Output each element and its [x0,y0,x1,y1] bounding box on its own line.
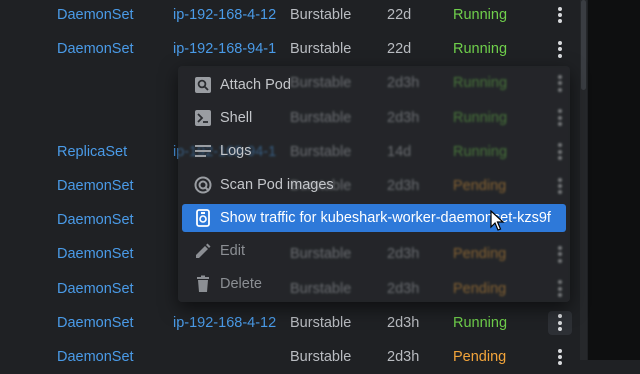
owner-kind-link[interactable]: DaemonSet [57,340,134,374]
owner-kind-link[interactable]: DaemonSet [57,306,134,340]
mouse-cursor-icon [490,210,505,231]
menu-item-label: Attach Pod [220,77,291,93]
age-cell: 2d3h [387,314,420,331]
age-cell: 2d3h [387,349,420,365]
qos-class-cell: Burstable [290,41,352,58]
qos-class-cell: Burstable [290,7,352,23]
row-menu-kebab-icon[interactable] [548,37,572,61]
menu-item-logs[interactable]: Logs [182,137,566,165]
traffic-icon [194,209,212,227]
logs-icon [194,142,212,160]
status-cell: Pending [453,349,507,365]
menu-item-edit[interactable]: Edit [182,237,566,265]
owner-kind-link[interactable]: DaemonSet [57,0,134,32]
delete-icon [194,275,212,293]
node-link[interactable]: ip-192-168-4-12 [173,0,276,32]
table-row[interactable]: DaemonSet Burstable 2d3h Pending [0,340,588,374]
menu-item-shell[interactable]: Shell [182,104,566,132]
menu-item-label: Shell [220,110,253,126]
owner-kind-link[interactable]: DaemonSet [57,237,134,271]
node-link[interactable]: ip-192-168-4-12 [173,306,276,340]
owner-kind-link[interactable]: DaemonSet [57,272,134,306]
row-menu-kebab-icon[interactable] [548,310,572,335]
menu-item-label: Delete [220,276,262,292]
menu-item-show-traffic[interactable]: Show traffic for kubeshark-worker-daemon… [182,204,566,232]
menu-item-delete[interactable]: Delete [182,270,566,298]
menu-item-scan-pod[interactable]: Scan Pod images [182,171,566,199]
context-menu: Attach Pod Shell Logs Scan Pod images Show t… [178,66,570,302]
terminal-icon [194,109,212,127]
status-cell: Running [453,41,508,58]
menu-item-label: Logs [220,143,252,159]
qos-class-cell: Burstable [290,314,352,331]
edit-icon [194,242,212,260]
table-row[interactable]: DaemonSet ip-192-168-94-1 Burstable 22d Runn… [0,32,588,66]
right-panel [588,0,640,360]
node-link[interactable]: ip-192-168-94-1 [173,32,276,66]
age-cell: 22d [387,7,412,23]
status-cell: Running [453,314,508,331]
menu-item-attach-pod[interactable]: Attach Pod [182,71,566,99]
attach-pod-icon [194,76,212,94]
row-menu-kebab-icon[interactable] [548,345,572,369]
owner-kind-link[interactable]: DaemonSet [57,169,134,203]
owner-kind-link[interactable]: DaemonSet [57,203,134,237]
menu-item-label: Edit [220,243,245,259]
table-row[interactable]: DaemonSet ip-192-168-4-12 Burstable 22d Runn… [0,0,588,32]
owner-kind-link[interactable]: DaemonSet [57,32,134,66]
qos-class-cell: Burstable [290,349,352,365]
status-cell: Running [453,7,508,23]
age-cell: 22d [387,41,412,58]
table-row[interactable]: DaemonSet ip-192-168-4-12 Burstable 2d3h Run… [0,306,588,340]
owner-kind-link[interactable]: ReplicaSet [57,135,127,169]
scan-icon [194,176,212,194]
menu-item-label: Scan Pod images [220,177,334,193]
row-menu-kebab-icon[interactable] [548,3,572,27]
